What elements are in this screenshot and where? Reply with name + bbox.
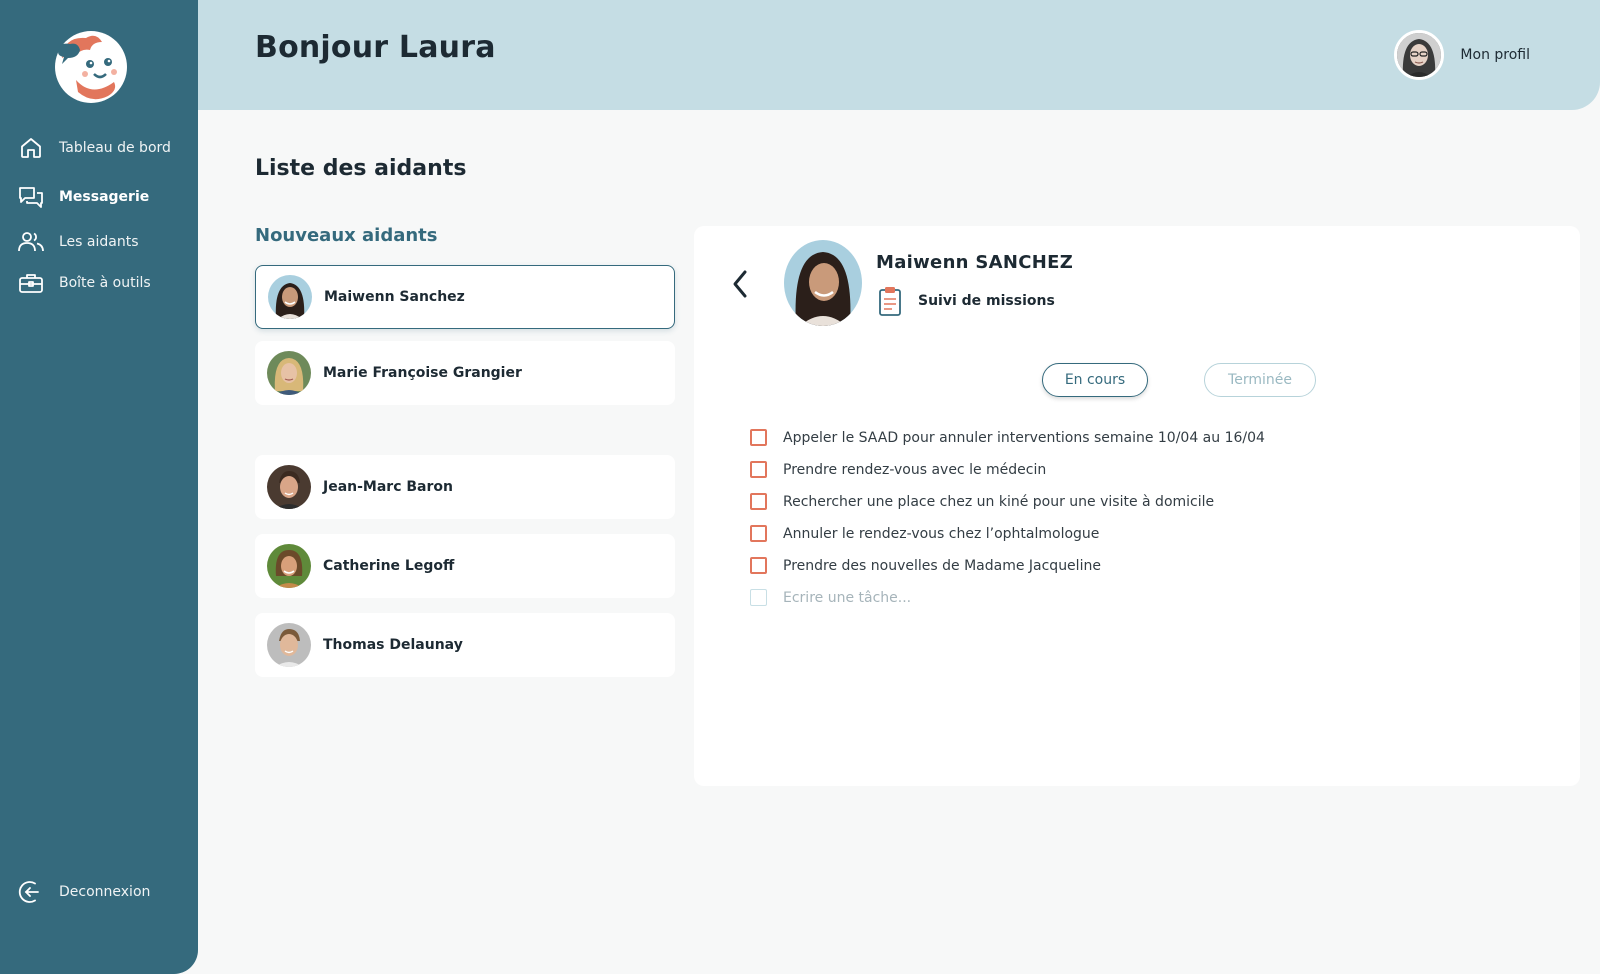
task-checkbox[interactable] — [750, 525, 767, 542]
new-task-row — [750, 589, 1083, 606]
mission-label: Suivi de missions — [918, 293, 1055, 309]
sidebar-item-label: Boîte à outils — [59, 275, 151, 291]
sidebar-item-tableau-de-bord[interactable]: Tableau de bord — [18, 133, 171, 163]
task-item[interactable]: Prendre rendez-vous avec le médecin — [750, 461, 1046, 478]
sidebar-item-messagerie[interactable]: Messagerie — [18, 182, 149, 212]
app-logo[interactable] — [52, 28, 130, 104]
sidebar-item-label: Tableau de bord — [59, 140, 171, 156]
task-item[interactable]: Annuler le rendez-vous chez l’ophtalmolo… — [750, 525, 1099, 542]
chevron-left-icon — [733, 270, 747, 298]
detail-avatar — [784, 240, 862, 326]
avatar — [267, 544, 311, 588]
greeting: Bonjour Laura — [255, 30, 496, 65]
avatar — [268, 275, 312, 319]
carer-name: Catherine Legoff — [323, 558, 455, 574]
task-text: Rechercher une place chez un kiné pour u… — [783, 493, 1215, 510]
sidebar-item-boite-a-outils[interactable]: Boîte à outils — [18, 268, 151, 298]
task-item[interactable]: Rechercher une place chez un kiné pour u… — [750, 493, 1214, 510]
new-task-input[interactable] — [783, 589, 1083, 606]
carer-name: Marie Françoise Grangier — [323, 365, 522, 381]
header: Bonjour Laura Mon profil — [198, 0, 1600, 110]
app: Tableau de bord Messagerie Les aidants B… — [0, 0, 1600, 974]
home-icon — [18, 135, 44, 161]
tab-terminee[interactable]: Terminée — [1204, 363, 1316, 397]
task-text: Prendre des nouvelles de Madame Jacqueli… — [783, 557, 1101, 574]
task-text: Prendre rendez-vous avec le médecin — [783, 461, 1047, 478]
users-icon — [18, 229, 44, 255]
sidebar-item-les-aidants[interactable]: Les aidants — [18, 227, 139, 257]
carer-card-marie-francoise-grangier[interactable]: Marie Françoise Grangier — [255, 341, 675, 405]
tab-en-cours[interactable]: En cours — [1042, 363, 1148, 397]
carer-card-thomas-delaunay[interactable]: Thomas Delaunay — [255, 613, 675, 677]
task-checkbox[interactable] — [750, 429, 767, 446]
carer-card-jean-marc-baron[interactable]: Jean-Marc Baron — [255, 455, 675, 519]
chat-icon — [18, 184, 44, 210]
task-item[interactable]: Appeler le SAAD pour annuler interventio… — [750, 429, 1265, 446]
section-title: Nouveaux aidants — [255, 225, 438, 246]
back-button[interactable] — [728, 264, 752, 304]
avatar — [267, 623, 311, 667]
logout-button[interactable]: Deconnexion — [18, 877, 150, 907]
task-text: Appeler le SAAD pour annuler interventio… — [783, 429, 1265, 446]
new-task-checkbox — [750, 589, 767, 606]
logout-label: Deconnexion — [59, 884, 151, 900]
logout-icon — [18, 879, 44, 905]
task-checkbox[interactable] — [750, 557, 767, 574]
carer-card-maiwenn-sanchez[interactable]: Maiwenn Sanchez — [255, 265, 675, 329]
task-text: Annuler le rendez-vous chez l’ophtalmolo… — [783, 525, 1100, 542]
sidebar: Tableau de bord Messagerie Les aidants B… — [0, 0, 198, 974]
sidebar-item-label: Messagerie — [59, 189, 150, 205]
detail-name: Maiwenn SANCHEZ — [876, 252, 1074, 273]
task-checkbox[interactable] — [750, 461, 767, 478]
avatar — [267, 351, 311, 395]
page-title: Liste des aidants — [255, 156, 467, 181]
mission-tracking: Suivi de missions — [878, 286, 1055, 316]
carer-name: Thomas Delaunay — [323, 637, 463, 653]
toolbox-icon — [18, 270, 44, 296]
clipboard-icon — [878, 286, 902, 316]
carer-name: Jean-Marc Baron — [323, 479, 453, 495]
task-checkbox[interactable] — [750, 493, 767, 510]
profile-avatar — [1394, 30, 1445, 80]
avatar — [267, 465, 311, 509]
carer-detail-panel: Maiwenn SANCHEZ Suivi de missions En cou… — [694, 226, 1580, 786]
profile-button[interactable]: Mon profil — [1394, 30, 1530, 80]
sidebar-item-label: Les aidants — [59, 234, 139, 250]
profile-label: Mon profil — [1460, 47, 1530, 63]
carer-name: Maiwenn Sanchez — [324, 289, 465, 305]
carer-card-catherine-legoff[interactable]: Catherine Legoff — [255, 534, 675, 598]
task-item[interactable]: Prendre des nouvelles de Madame Jacqueli… — [750, 557, 1101, 574]
